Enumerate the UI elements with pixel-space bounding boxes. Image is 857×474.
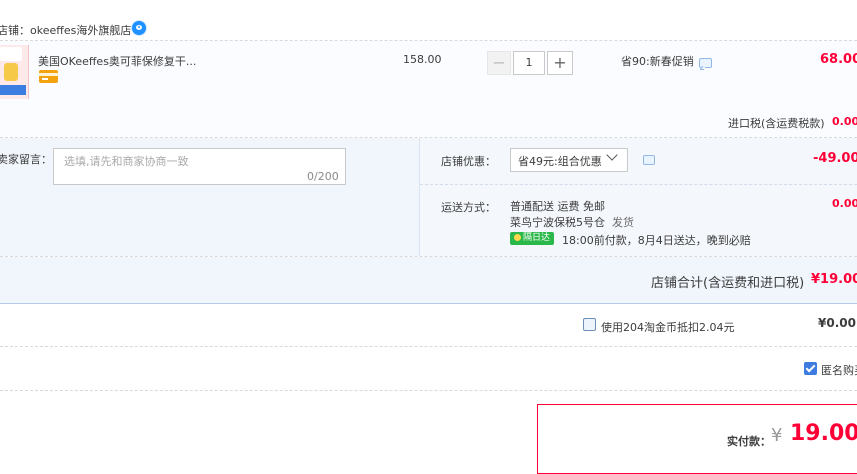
seller-message-placeholder: 选填,请先和商家协商一致 xyxy=(64,155,189,168)
shipping-method-label: 运送方式： xyxy=(441,201,496,214)
taobao-coins-label[interactable]: 使用204淘金币抵扣2.04元 xyxy=(601,319,735,335)
shop-subtotal-value: ¥19.00 xyxy=(811,272,857,287)
shop-subtotal-label: 店铺合计(含运费和进口税) xyxy=(651,276,805,291)
coins-divider xyxy=(0,346,857,347)
seller-message-label: 卖家留言： xyxy=(0,153,52,166)
seller-message-char-count: 0/200 xyxy=(307,170,339,183)
item-total-price: 68.00 xyxy=(820,52,857,67)
shop-name[interactable]: 店铺：okeeffes海外旗舰店 xyxy=(0,22,131,38)
next-day-badge-text: 隔日达 xyxy=(523,233,551,243)
shipping-method: 普通配送 运费 免邮 xyxy=(510,200,605,213)
next-day-delivery-badge: 隔日达 xyxy=(510,232,555,245)
anonymous-divider xyxy=(0,390,857,391)
amount-due-label: 实付款： xyxy=(727,435,771,448)
warehouse-name: 菜鸟宁波保税5号仓 xyxy=(510,216,605,229)
anonymous-purchase-label[interactable]: 匿名购买 xyxy=(821,362,857,378)
currency-symbol: ¥ xyxy=(771,425,783,446)
shop-subtotal-row: 店铺合计(含运费和进口税) ¥19.00 xyxy=(0,257,857,303)
import-tax-label: 进口税(含运费税款) xyxy=(728,117,825,130)
shipping-fee-value: 0.00 xyxy=(832,197,857,210)
anonymous-purchase-checkbox[interactable] xyxy=(804,362,817,375)
subtotal-divider xyxy=(0,303,857,304)
credit-card-icon xyxy=(39,70,58,83)
store-coupon-label: 店铺优惠： xyxy=(441,155,496,168)
taobao-coins-checkbox[interactable] xyxy=(583,318,596,331)
options-column-divider xyxy=(419,138,420,256)
amount-due-value: 19.00 xyxy=(790,421,857,446)
coupon-discount-value: -49.00 xyxy=(813,151,857,166)
taobao-coins-value: ¥0.00 xyxy=(818,316,856,330)
quantity-increase-button[interactable]: + xyxy=(547,51,573,75)
chat-bubble-icon[interactable] xyxy=(643,155,655,165)
clock-icon xyxy=(514,234,521,241)
coupon-shipping-divider xyxy=(420,184,857,185)
order-item-row: 美国OKeeffes奥可菲保修复干... 158.00 − 1 + 省90:新春… xyxy=(0,41,857,137)
product-title[interactable]: 美国OKeeffes奥可菲保修复干... xyxy=(38,53,196,69)
dispatch-text: 发货 xyxy=(612,216,634,229)
wangwang-chat-icon[interactable] xyxy=(132,21,146,35)
quantity-input[interactable]: 1 xyxy=(513,51,545,75)
product-thumbnail[interactable] xyxy=(0,45,29,99)
chat-bubble-icon[interactable] xyxy=(699,58,712,68)
coupon-shipping-panel: 店铺优惠： 省49元:组合优惠 -49.00 运送方式： 普通配送 运费 免邮 … xyxy=(420,138,857,256)
shop-header: 店铺：okeeffes海外旗舰店 xyxy=(0,14,857,40)
store-coupon-selected: 省49元:组合优惠 xyxy=(518,155,602,168)
promotion-text: 省90:新春促销 xyxy=(621,55,694,68)
import-tax-value: 0.00 xyxy=(832,115,857,128)
quantity-decrease-button[interactable]: − xyxy=(487,51,511,75)
delivery-time-note: 18:00前付款，8月4日送达，晚到必赔 xyxy=(562,234,751,247)
shipping-warehouse: 菜鸟宁波保税5号仓 发货 xyxy=(510,214,634,230)
unit-price: 158.00 xyxy=(403,53,442,66)
